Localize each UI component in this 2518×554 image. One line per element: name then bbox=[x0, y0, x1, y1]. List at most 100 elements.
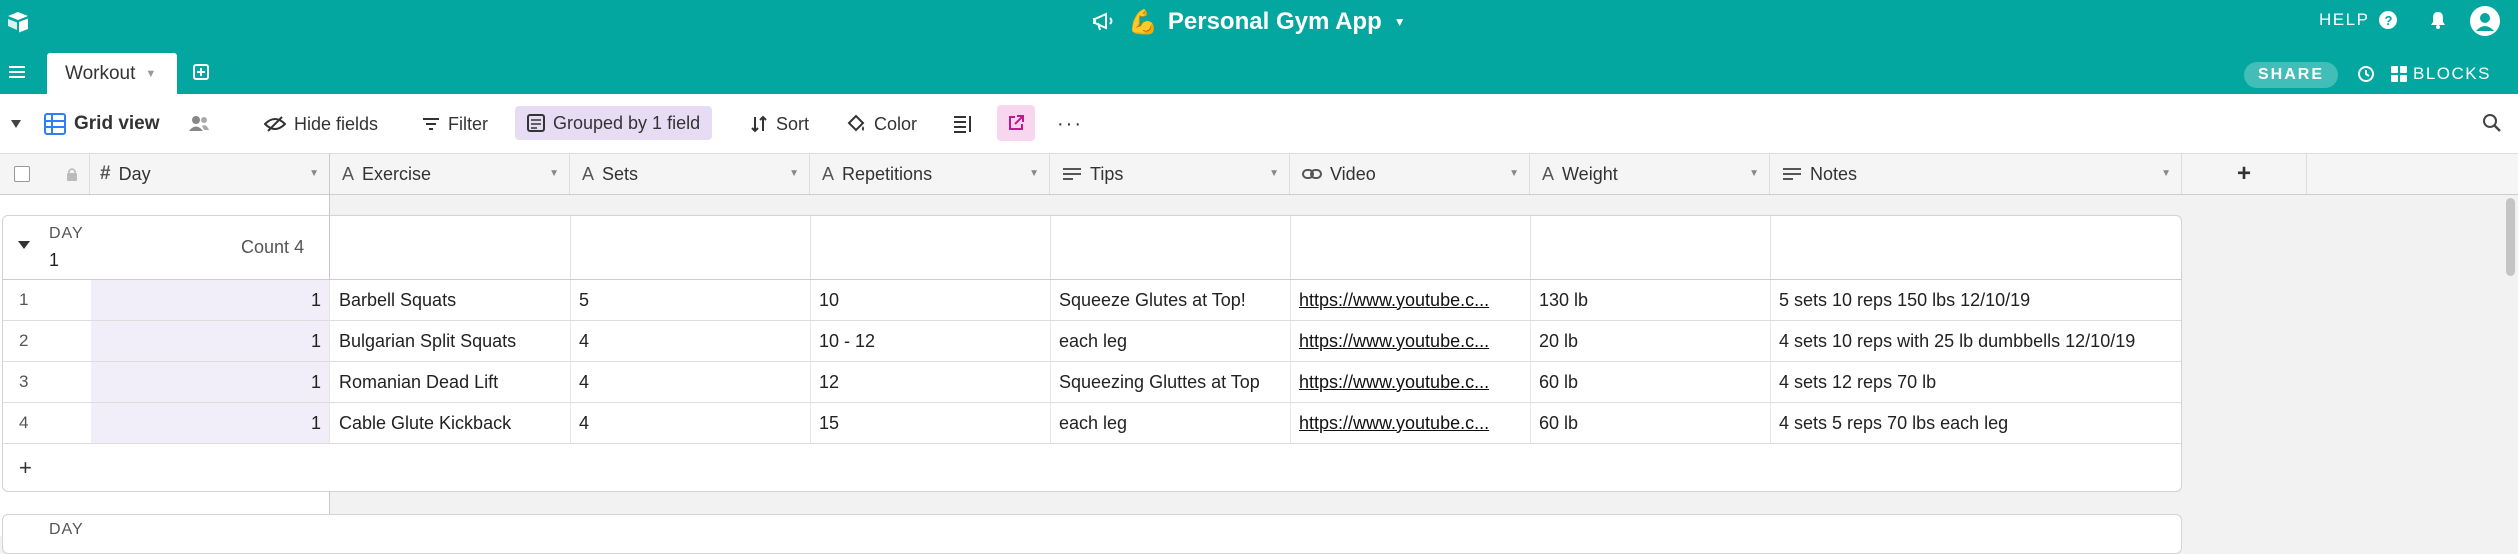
cell-day[interactable]: 1 bbox=[91, 280, 330, 320]
cell-weight[interactable]: 60 lb bbox=[1531, 362, 1771, 402]
tab-workout[interactable]: Workout ▼ bbox=[47, 53, 177, 94]
group-field-name: DAY bbox=[49, 225, 84, 242]
cell-day[interactable]: 1 bbox=[91, 403, 330, 443]
cell-repetitions[interactable]: 10 bbox=[811, 280, 1051, 320]
video-link[interactable]: https://www.youtube.c... bbox=[1299, 331, 1489, 352]
blocks-button[interactable]: BLOCKS bbox=[2391, 64, 2491, 84]
airtable-logo-icon[interactable] bbox=[6, 10, 30, 34]
column-header-notes[interactable]: Notes ▼ bbox=[1770, 154, 2182, 194]
cell-notes[interactable]: 4 sets 10 reps with 25 lb dumbbells 12/1… bbox=[1771, 321, 2181, 361]
sort-button[interactable]: Sort bbox=[750, 94, 809, 154]
video-link[interactable]: https://www.youtube.c... bbox=[1299, 413, 1489, 434]
add-table-icon[interactable] bbox=[193, 64, 209, 80]
chevron-down-icon[interactable]: ▼ bbox=[549, 168, 559, 179]
column-label: Repetitions bbox=[842, 163, 933, 184]
cell-day[interactable]: 1 bbox=[91, 321, 330, 361]
cell-exercise[interactable]: Romanian Dead Lift bbox=[331, 362, 571, 402]
user-avatar[interactable] bbox=[2470, 6, 2500, 36]
lock-icon bbox=[67, 168, 77, 181]
cell-weight[interactable]: 20 lb bbox=[1531, 321, 1771, 361]
collapse-group-icon[interactable] bbox=[17, 240, 31, 250]
megaphone-icon bbox=[1093, 12, 1113, 31]
hamburger-menu-icon[interactable] bbox=[9, 66, 25, 78]
table-row[interactable]: 4 1 Cable Glute Kickback 4 15 each leg h… bbox=[3, 403, 2181, 444]
cell-video[interactable]: https://www.youtube.c... bbox=[1291, 321, 1531, 361]
chevron-down-icon[interactable]: ▼ bbox=[1509, 168, 1519, 179]
cell-day[interactable]: 1 bbox=[91, 362, 330, 402]
cell-tips[interactable]: each leg bbox=[1051, 321, 1291, 361]
collaborators-icon[interactable] bbox=[188, 114, 210, 132]
cell-exercise[interactable]: Cable Glute Kickback bbox=[331, 403, 571, 443]
cell-weight[interactable]: 60 lb bbox=[1531, 403, 1771, 443]
chevron-down-icon[interactable]: ▼ bbox=[1749, 168, 1759, 179]
select-all-column bbox=[0, 154, 90, 194]
group-summary-cell bbox=[331, 216, 571, 279]
cell-tips[interactable]: each leg bbox=[1051, 403, 1291, 443]
cell-sets[interactable]: 5 bbox=[571, 280, 811, 320]
history-icon[interactable] bbox=[2357, 65, 2375, 83]
cell-video[interactable]: https://www.youtube.c... bbox=[1291, 403, 1531, 443]
table-row[interactable]: 1 1 Barbell Squats 5 10 Squeeze Glutes a… bbox=[3, 280, 2181, 321]
cell-weight[interactable]: 130 lb bbox=[1531, 280, 1771, 320]
chevron-down-icon[interactable]: ▼ bbox=[789, 168, 799, 179]
column-header-weight[interactable]: A Weight ▼ bbox=[1530, 154, 1770, 194]
filter-button[interactable]: Filter bbox=[422, 94, 488, 154]
video-link[interactable]: https://www.youtube.c... bbox=[1299, 372, 1489, 393]
group-button[interactable]: Grouped by 1 field bbox=[515, 106, 713, 140]
row-height-icon[interactable] bbox=[953, 114, 973, 134]
cell-notes[interactable]: 4 sets 12 reps 70 lb bbox=[1771, 362, 2181, 402]
chevron-down-icon[interactable]: ▼ bbox=[309, 168, 319, 179]
share-view-button[interactable] bbox=[997, 105, 1035, 141]
cell-repetitions[interactable]: 12 bbox=[811, 362, 1051, 402]
cell-repetitions[interactable]: 15 bbox=[811, 403, 1051, 443]
column-header-tips[interactable]: Tips ▼ bbox=[1050, 154, 1290, 194]
cell-tips[interactable]: Squeeze Glutes at Top! bbox=[1051, 280, 1291, 320]
cell-tips[interactable]: Squeezing Gluttes at Top bbox=[1051, 362, 1291, 402]
select-all-checkbox[interactable] bbox=[14, 166, 30, 182]
view-switcher[interactable]: Grid view bbox=[44, 94, 160, 154]
chevron-down-icon[interactable]: ▼ bbox=[145, 68, 156, 80]
share-button[interactable]: SHARE bbox=[2244, 62, 2338, 88]
column-header-day[interactable]: # Day ▼ bbox=[90, 154, 330, 194]
cell-notes[interactable]: 4 sets 5 reps 70 lbs each leg bbox=[1771, 403, 2181, 443]
help-button[interactable]: HELP ? bbox=[2319, 10, 2398, 30]
column-label: Weight bbox=[1562, 163, 1618, 184]
group-summary-cell bbox=[1291, 216, 1531, 279]
views-toggle[interactable] bbox=[10, 94, 22, 154]
cell-notes[interactable]: 5 sets 10 reps 150 lbs 12/10/19 bbox=[1771, 280, 2181, 320]
group-header[interactable]: DAY 1 Count 4 bbox=[3, 216, 2181, 280]
chevron-down-icon[interactable]: ▼ bbox=[2161, 168, 2171, 179]
cell-video[interactable]: https://www.youtube.c... bbox=[1291, 280, 1531, 320]
cell-exercise[interactable]: Bulgarian Split Squats bbox=[331, 321, 571, 361]
table-row[interactable]: 3 1 Romanian Dead Lift 4 12 Squeezing Gl… bbox=[3, 362, 2181, 403]
search-icon[interactable] bbox=[2482, 113, 2502, 133]
cell-exercise[interactable]: Barbell Squats bbox=[331, 280, 571, 320]
cell-sets[interactable]: 4 bbox=[571, 403, 811, 443]
column-header-sets[interactable]: A Sets ▼ bbox=[570, 154, 810, 194]
video-link[interactable]: https://www.youtube.c... bbox=[1299, 290, 1489, 311]
filter-label: Filter bbox=[448, 113, 488, 134]
vertical-scrollbar[interactable] bbox=[2506, 198, 2515, 276]
long-text-field-icon bbox=[1783, 168, 1801, 180]
add-record-button[interactable]: + bbox=[3, 445, 331, 491]
cell-sets[interactable]: 4 bbox=[571, 362, 811, 402]
table-row[interactable]: 2 1 Bulgarian Split Squats 4 10 - 12 eac… bbox=[3, 321, 2181, 362]
chevron-down-icon[interactable]: ▼ bbox=[1269, 168, 1279, 179]
group-field-name: DAY bbox=[49, 521, 84, 538]
bell-icon[interactable] bbox=[2430, 11, 2446, 29]
column-header-video[interactable]: Video ▼ bbox=[1290, 154, 1530, 194]
more-options-button[interactable]: ··· bbox=[1057, 94, 1083, 154]
paint-bucket-icon bbox=[847, 114, 865, 132]
column-header-repetitions[interactable]: A Repetitions ▼ bbox=[810, 154, 1050, 194]
chevron-down-icon[interactable]: ▼ bbox=[1029, 168, 1039, 179]
color-button[interactable]: Color bbox=[846, 94, 917, 154]
cell-sets[interactable]: 4 bbox=[571, 321, 811, 361]
cell-video[interactable]: https://www.youtube.c... bbox=[1291, 362, 1531, 402]
group-summary-cell bbox=[571, 216, 811, 279]
cell-repetitions[interactable]: 10 - 12 bbox=[811, 321, 1051, 361]
add-column-button[interactable]: + bbox=[2182, 154, 2307, 194]
column-header-exercise[interactable]: A Exercise ▼ bbox=[330, 154, 570, 194]
question-icon: ? bbox=[2379, 11, 2398, 29]
hide-fields-button[interactable]: Hide fields bbox=[264, 94, 378, 154]
base-title[interactable]: 💪 Personal Gym App ▼ bbox=[1092, 4, 1406, 40]
